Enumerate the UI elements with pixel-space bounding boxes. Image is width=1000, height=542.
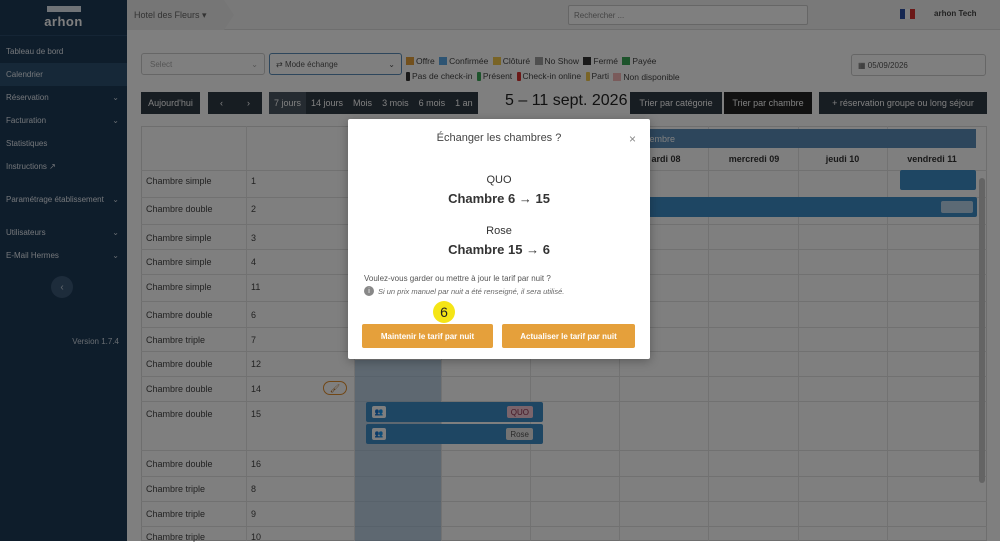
room-change: Chambre 6 → 15 xyxy=(448,191,550,206)
info-icon: i xyxy=(364,286,374,296)
rate-note: i Si un prix manuel par nuit a été rensei… xyxy=(364,286,564,296)
guest-name: QUO xyxy=(486,174,512,186)
note-text: Si un prix manuel par nuit a été renseig… xyxy=(378,286,565,296)
room-change: Chambre 15 → 6 xyxy=(448,242,550,257)
dialog-title: Échanger les chambres ? xyxy=(436,132,562,144)
swap-rooms-dialog: Échanger les chambres ? × QUO Chambre 6 … xyxy=(348,119,650,359)
close-icon[interactable]: × xyxy=(629,132,636,146)
keep-rate-button[interactable]: Maintenir le tarif par nuit xyxy=(362,324,493,348)
update-rate-button[interactable]: Actualiser le tarif par nuit xyxy=(502,324,635,348)
step-badge: 6 xyxy=(433,301,455,323)
rate-question: Voulez-vous garder ou mettre à jour le t… xyxy=(364,274,551,283)
guest-name: Rose xyxy=(486,225,512,237)
